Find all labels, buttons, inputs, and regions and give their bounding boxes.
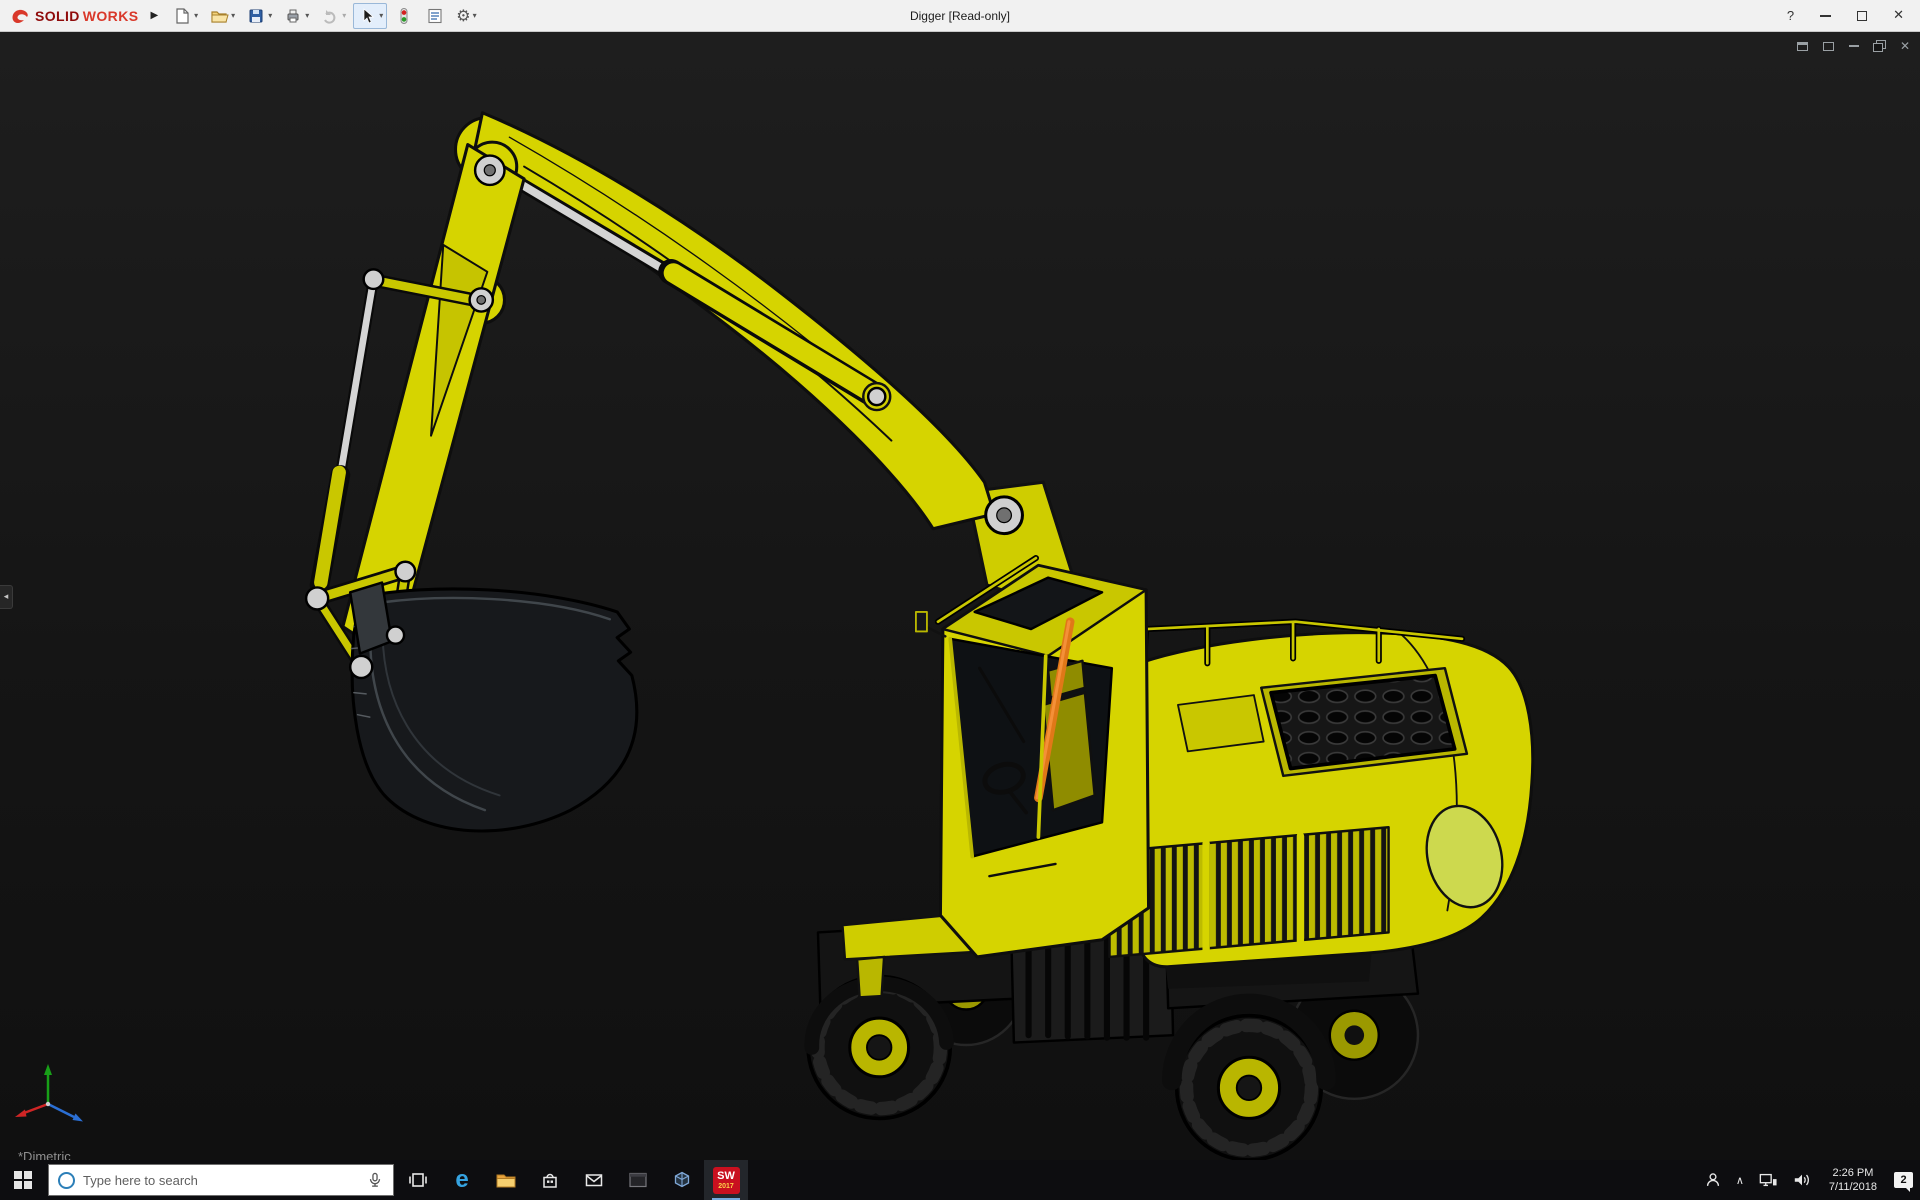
window-icon [1796, 41, 1808, 51]
hidden-icons-button[interactable]: ∧ [1729, 1160, 1751, 1200]
doc-close-button[interactable]: ✕ [1900, 39, 1910, 53]
new-document-button[interactable]: ▾ [168, 3, 202, 29]
tray-date: 7/11/2018 [1828, 1181, 1877, 1193]
microphone-icon[interactable] [366, 1170, 384, 1190]
network-icon [1759, 1173, 1777, 1187]
help-button[interactable]: ? [1787, 8, 1794, 23]
speaker-icon [1794, 1174, 1809, 1186]
solidworks-app-button[interactable]: SW 2017 [704, 1160, 748, 1200]
x-axis-arrow [15, 1109, 27, 1117]
restore-icon [1872, 39, 1886, 52]
tray-time: 2:26 PM [1832, 1166, 1874, 1179]
edge-icon: e [455, 1166, 469, 1193]
quick-access-toolbar: ▾ ▾ ▾ ▾ ▾ ▾ ⚙ ▾ [168, 2, 480, 29]
minimize-icon [1820, 14, 1832, 17]
start-button[interactable] [0, 1160, 46, 1200]
cortana-icon [58, 1171, 75, 1189]
people-icon [1706, 1173, 1719, 1186]
solidworks-logo: SOLID WORKS [0, 7, 144, 25]
titlebar: SOLID WORKS ▶ ▾ ▾ ▾ ▾ ▾ ▾ ⚙ ▾ Digger [Re… [0, 0, 1920, 32]
select-cursor-icon [363, 7, 375, 23]
cube-app-button[interactable] [660, 1160, 704, 1200]
options-button[interactable]: ⚙ ▾ [452, 3, 480, 28]
brand-solid: SOLID [35, 7, 80, 24]
new-window-button[interactable] [1796, 41, 1808, 51]
deck-hatch [1177, 694, 1265, 753]
maximize-button[interactable] [1857, 10, 1868, 21]
featuremanager-flyout-tab[interactable]: ◂ [0, 584, 13, 609]
minimize-icon [1848, 45, 1859, 47]
mirror [915, 610, 928, 633]
undo-button[interactable]: ▾ [316, 3, 350, 29]
maximize-icon [1857, 10, 1868, 21]
mail-button[interactable] [572, 1160, 616, 1200]
taskbar-search[interactable] [48, 1164, 394, 1196]
people-button[interactable] [1697, 1160, 1729, 1200]
task-view-icon [409, 1173, 427, 1187]
rebuild-stoplight-icon [400, 7, 408, 24]
windows-taskbar: e SW 2017 [0, 1160, 1920, 1200]
task-view-button[interactable] [396, 1160, 440, 1200]
wheel-rear-near [1174, 1013, 1324, 1160]
rebuild-button[interactable] [390, 3, 418, 29]
document-window-controls: ✕ [1796, 39, 1910, 53]
solidworks-app-icon: SW 2017 [712, 1166, 740, 1194]
save-button[interactable]: ▾ [242, 3, 276, 29]
viewport-canvas [304, 111, 1535, 1160]
doc-minimize-button[interactable] [1848, 45, 1859, 47]
store-icon [543, 1173, 557, 1188]
chevron-up-icon: ∧ [1735, 1173, 1744, 1187]
graphics-viewport[interactable]: ✕ ◂ *Dimetric [0, 32, 1920, 1160]
search-input[interactable] [83, 1172, 358, 1188]
file-explorer-button[interactable] [484, 1160, 528, 1200]
window-controls: ? ✕ [1787, 8, 1920, 23]
menu-flyout-arrow-icon[interactable]: ▶ [150, 10, 158, 21]
open-folder-icon [211, 10, 229, 23]
windows-logo-icon [14, 1171, 32, 1189]
dark-app-button[interactable] [616, 1160, 660, 1200]
file-explorer-icon [496, 1174, 516, 1188]
file-properties-icon [428, 8, 442, 23]
save-floppy-icon [249, 9, 263, 22]
cube-app-icon [674, 1171, 690, 1188]
open-button[interactable]: ▾ [205, 3, 239, 29]
document-title: Digger [Read-only] [909, 9, 1011, 23]
new-document-icon [176, 7, 189, 24]
action-center-icon: 2 [1894, 1172, 1913, 1192]
print-button[interactable]: ▾ [279, 3, 313, 29]
print-icon [287, 9, 299, 22]
clock[interactable]: 2:26 PM 7/11/2018 [1819, 1160, 1887, 1200]
tile-window-button[interactable] [1822, 41, 1834, 51]
z-axis-arrow [72, 1113, 83, 1122]
doc-restore-button[interactable] [1872, 39, 1886, 52]
y-axis-arrow [44, 1064, 52, 1075]
app-window-dark-icon [629, 1172, 647, 1188]
view-orientation-label: *Dimetric [18, 1149, 71, 1160]
window-icon [1822, 41, 1834, 51]
front-fender-support [855, 955, 886, 999]
close-button[interactable]: ✕ [1893, 8, 1904, 23]
excavator-model[interactable] [304, 111, 1535, 1160]
network-button[interactable] [1751, 1160, 1785, 1200]
gear-icon: ⚙ [456, 6, 471, 25]
solidworks-swirl-icon [12, 9, 28, 23]
edge-button[interactable]: e [440, 1160, 484, 1200]
minimize-button[interactable] [1820, 14, 1832, 17]
brand-works: WORKS [82, 7, 139, 24]
file-properties-button[interactable] [421, 3, 449, 29]
orientation-triad [15, 1064, 83, 1122]
action-center-button[interactable]: 2 [1887, 1160, 1920, 1200]
undo-icon [324, 9, 336, 24]
notification-badge: 2 [1900, 1174, 1907, 1186]
system-tray: ∧ 2:26 PM 7/11/2018 2 [1697, 1160, 1920, 1200]
select-tool-button[interactable]: ▾ [353, 2, 388, 29]
mail-icon [585, 1174, 603, 1187]
volume-button[interactable] [1785, 1160, 1819, 1200]
boom-hydraulic-cylinder [492, 164, 892, 412]
store-button[interactable] [528, 1160, 572, 1200]
